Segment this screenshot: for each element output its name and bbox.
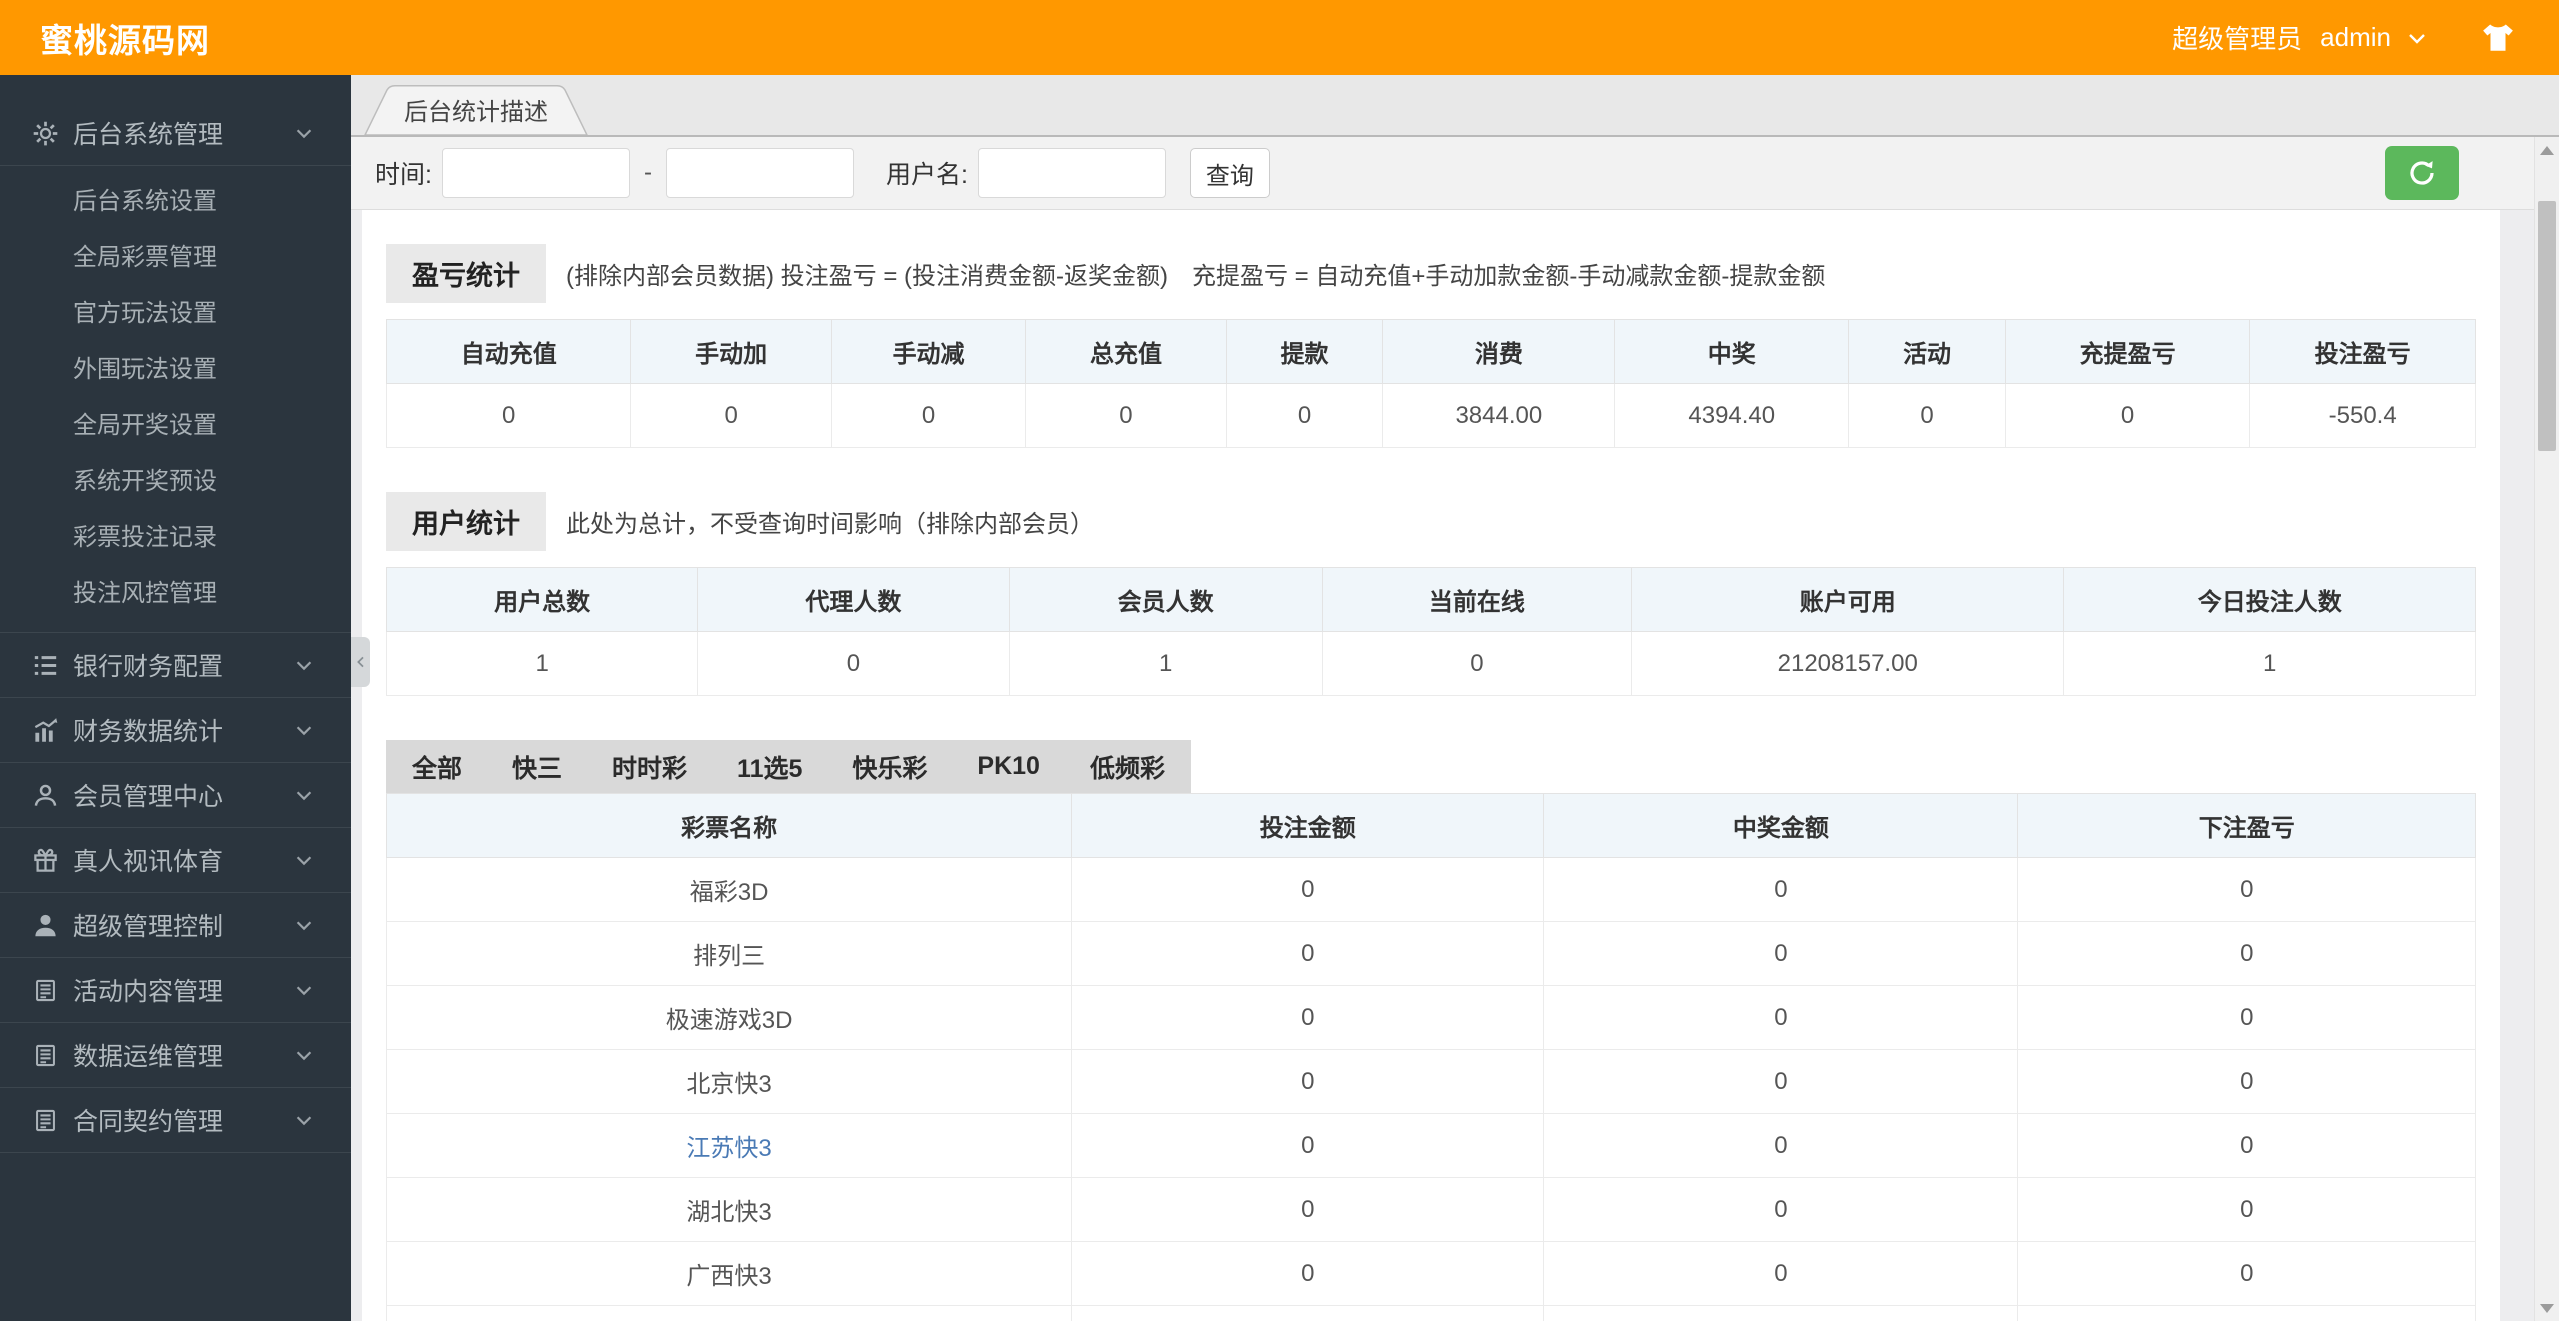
user-outline-icon	[32, 782, 59, 809]
lottery-tab-all[interactable]: 全部	[412, 749, 462, 785]
sidebar-item-finance-stats[interactable]: 财务数据统计	[0, 698, 351, 762]
ordered-list-icon	[32, 652, 59, 679]
time-start-input[interactable]	[441, 148, 630, 198]
lottery-tab-shishicai[interactable]: 时时彩	[612, 749, 687, 785]
news-icon	[32, 977, 59, 1004]
bar-chart-icon	[32, 717, 59, 744]
lottery-tab-kuaisan[interactable]: 快三	[512, 749, 562, 785]
triangle-down-icon	[2540, 1303, 2554, 1313]
profit-section-description: (排除内部会员数据) 投注盈亏 = (投注消费金额-返奖金额) 充提盈亏 = 自…	[566, 263, 1826, 290]
chevron-down-icon	[293, 849, 315, 871]
chevron-down-icon	[293, 1044, 315, 1066]
scroll-down-button[interactable]	[2535, 1295, 2559, 1321]
gear-icon	[32, 120, 59, 147]
sidebar-subitem[interactable]: 投注风控管理	[0, 566, 351, 622]
query-button[interactable]: 查询	[1189, 148, 1270, 198]
sidebar-item-super-admin-control[interactable]: 超级管理控制	[0, 893, 351, 957]
news-icon	[32, 1107, 59, 1134]
lottery-stats-table: 彩票名称 投注金额 中奖金额 下注盈亏 福彩3D 0 0 0 排列三 0 0 0	[385, 793, 2476, 1321]
sidebar-subitem[interactable]: 后台系统设置	[0, 174, 351, 230]
refresh-button[interactable]	[2385, 146, 2459, 200]
table-header-row: 自动充值 手动加 手动减 总充值 提款 消费 中奖 活动 充提盈亏 投注盈亏	[385, 319, 2476, 384]
chevron-down-icon	[293, 122, 315, 144]
tab-strip: 后台统计描述	[351, 75, 2559, 137]
sidebar-subitem[interactable]: 全局彩票管理	[0, 230, 351, 286]
lottery-tab-11x5[interactable]: 11选5	[737, 749, 802, 785]
sidebar-subitem[interactable]: 全局开奖设置	[0, 398, 351, 454]
app-logo: 蜜桃源码网	[40, 21, 210, 59]
sidebar-subitem[interactable]: 系统开奖预设	[0, 454, 351, 510]
time-label: 时间:	[375, 161, 432, 189]
chevron-down-icon	[293, 784, 315, 806]
lottery-tab-kuailecai[interactable]: 快乐彩	[852, 749, 927, 785]
table-row: 0 0 0 0 0 3844.00 4394.40 0 0 -550.4	[385, 383, 2476, 448]
filter-bar: 时间: - 用户名: 查询	[351, 137, 2559, 210]
username-label: 用户名:	[885, 161, 968, 189]
sidebar-subitem[interactable]: 彩票投注记录	[0, 510, 351, 566]
table-row: 安徽快3 0 0 0	[385, 1305, 2476, 1321]
chevron-down-icon	[293, 719, 315, 741]
sidebar-item-data-ops[interactable]: 数据运维管理	[0, 1023, 351, 1087]
time-end-input[interactable]	[665, 148, 854, 198]
sidebar-item-bank-finance[interactable]: 银行财务配置	[0, 633, 351, 697]
chevron-down-icon	[293, 654, 315, 676]
chevron-down-icon	[293, 914, 315, 936]
username[interactable]: admin	[2320, 22, 2391, 53]
sidebar-subitem[interactable]: 外围玩法设置	[0, 342, 351, 398]
lottery-tab-dipincai[interactable]: 低频彩	[1090, 749, 1165, 785]
sidebar-item-live-video-sports[interactable]: 真人视讯体育	[0, 828, 351, 892]
sidebar-item-activity-content[interactable]: 活动内容管理	[0, 958, 351, 1022]
triangle-up-icon	[2540, 145, 2554, 155]
sidebar-collapse-handle[interactable]	[351, 637, 370, 687]
profit-stats-table: 自动充值 手动加 手动减 总充值 提款 消费 中奖 活动 充提盈亏 投注盈亏 0…	[385, 319, 2476, 448]
profit-section-title: 盈亏统计	[386, 244, 546, 303]
table-row: 北京快3 0 0 0	[385, 1049, 2476, 1114]
table-row: 1 0 1 0 21208157.00 1	[385, 631, 2476, 696]
main-area: 后台统计描述 时间: - 用户名: 查询 盈亏统计 (排除内部会员数据) 投注盈…	[351, 75, 2559, 1321]
sidebar: 后台系统管理 后台系统设置 全局彩票管理 官方玩法设置 外围玩法设置 全局开奖设…	[0, 75, 370, 1321]
gift-icon	[32, 847, 59, 874]
user-section-title: 用户统计	[386, 492, 546, 551]
t-shirt-icon[interactable]	[2481, 21, 2515, 55]
chevron-left-icon	[353, 654, 369, 670]
tab-backend-stats[interactable]: 后台统计描述	[361, 85, 591, 135]
username-input[interactable]	[977, 148, 1166, 198]
vertical-scrollbar[interactable]	[2534, 137, 2559, 1321]
table-row: 极速游戏3D 0 0 0	[385, 985, 2476, 1050]
lottery-category-tabs: 全部 快三 时时彩 11选5 快乐彩 PK10 低频彩	[386, 740, 1191, 793]
table-row: 排列三 0 0 0	[385, 921, 2476, 986]
table-row: 江苏快3 0 0 0	[385, 1113, 2476, 1178]
table-header-row: 用户总数 代理人数 会员人数 当前在线 账户可用 今日投注人数	[385, 567, 2476, 632]
chevron-down-icon	[293, 979, 315, 1001]
sidebar-item-member-center[interactable]: 会员管理中心	[0, 763, 351, 827]
refresh-icon	[2407, 158, 2437, 188]
time-range-separator: -	[643, 159, 652, 186]
chevron-down-icon	[293, 1109, 315, 1131]
news-icon	[32, 1042, 59, 1069]
sidebar-subitem[interactable]: 官方玩法设置	[0, 286, 351, 342]
user-menu-chevron-down-icon[interactable]	[2405, 26, 2429, 50]
content-card: 盈亏统计 (排除内部会员数据) 投注盈亏 = (投注消费金额-返奖金额) 充提盈…	[362, 210, 2500, 1321]
top-header: 蜜桃源码网 超级管理员 admin	[0, 0, 2559, 75]
table-header-row: 彩票名称 投注金额 中奖金额 下注盈亏	[385, 793, 2476, 858]
table-row: 广西快3 0 0 0	[385, 1241, 2476, 1306]
table-row: 福彩3D 0 0 0	[385, 857, 2476, 922]
table-row: 湖北快3 0 0 0	[385, 1177, 2476, 1242]
scrollbar-thumb[interactable]	[2538, 201, 2556, 451]
scroll-up-button[interactable]	[2535, 137, 2559, 163]
sidebar-item-backend-system[interactable]: 后台系统管理	[0, 101, 351, 165]
sidebar-submenu: 后台系统设置 全局彩票管理 官方玩法设置 外围玩法设置 全局开奖设置 系统开奖预…	[0, 165, 351, 632]
lottery-tab-pk10[interactable]: PK10	[977, 752, 1040, 781]
user-stats-table: 用户总数 代理人数 会员人数 当前在线 账户可用 今日投注人数 1 0 1 0 …	[385, 567, 2476, 696]
user-section-description: 此处为总计，不受查询时间影响（排除内部会员）	[566, 511, 1094, 538]
user-role: 超级管理员	[2172, 24, 2303, 54]
sidebar-item-contract-management[interactable]: 合同契约管理	[0, 1088, 351, 1152]
user-filled-icon	[32, 912, 59, 939]
